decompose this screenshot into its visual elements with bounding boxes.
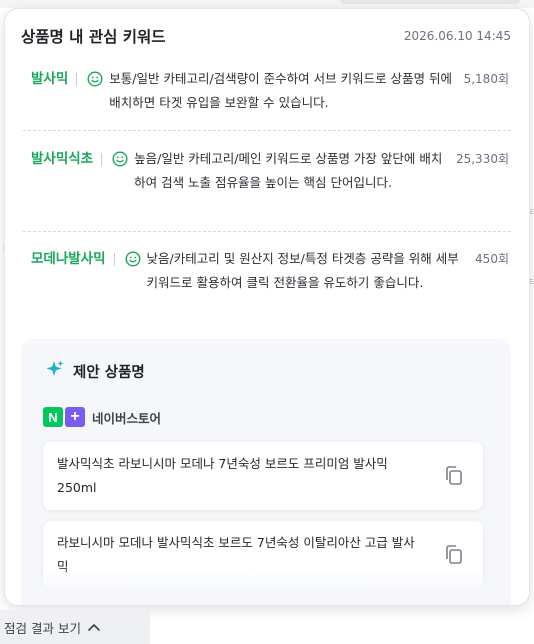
keyword-description: 높음/일반 카테고리/메인 키워드로 상품명 가장 앞단에 배치하여 검색 노출… (134, 151, 443, 190)
keyword-name: 모데나발사믹 (31, 251, 106, 267)
smile-icon (125, 251, 141, 271)
separator (113, 253, 115, 266)
divider (23, 231, 511, 232)
separator (101, 153, 103, 166)
popup-title: 상품명 내 관심 키워드 (21, 28, 166, 46)
popup-header: 상품명 내 관심 키워드 2026.06.10 14:45 (21, 23, 511, 49)
keyword-name: 발사믹 (31, 71, 69, 87)
suggested-names-section: 제안 상품명 N + 네이버스토어 발사믹식초 라보니시마 모데나 7년숙성 보… (21, 339, 511, 605)
copy-icon[interactable] (439, 544, 469, 566)
scroll-fade (21, 565, 511, 605)
chevron-up-icon (87, 620, 101, 635)
suggestion-card[interactable]: 발사믹식초 라보니시마 모데나 7년숙성 보르도 프리미엄 발사믹 250ml (43, 442, 483, 510)
search-count: 450회 (475, 252, 509, 266)
naver-n-icon: N (43, 407, 63, 427)
suggestion-text: 발사믹식초 라보니시마 모데나 7년숙성 보르도 프리미엄 발사믹 250ml (57, 456, 388, 495)
search-count: 5,180회 (463, 72, 509, 86)
smile-icon (112, 151, 128, 171)
timestamp: 2026.06.10 14:45 (403, 29, 511, 43)
search-count: 25,330회 (455, 152, 509, 166)
keyword-row: 발사믹식초 높음/일반 카테고리/메인 키워드로 상품명 가장 앞단에 배치하여… (31, 147, 509, 195)
divider (23, 130, 511, 131)
plus-icon: + (65, 407, 85, 427)
keyword-popup: 상품명 내 관심 키워드 2026.06.10 14:45 발사믹 보통/일반 … (4, 8, 530, 606)
keyword-name: 발사믹식초 (31, 151, 94, 167)
keyword-row: 발사믹 보통/일반 카테고리/검색량이 준수하여 서브 키워드로 상품명 뒤에 … (31, 67, 509, 115)
store-name: 네이버스토어 (92, 410, 162, 426)
section-title-text: 제안 상품명 (73, 364, 145, 381)
copy-icon[interactable] (439, 465, 469, 487)
smile-icon (87, 71, 103, 91)
separator (76, 73, 78, 86)
keyword-row: 모데나발사믹 낮음/카테고리 및 원산지 정보/특정 타겟층 공략을 위해 세부… (31, 247, 509, 295)
keyword-description: 보통/일반 카테고리/검색량이 준수하여 서브 키워드로 상품명 뒤에 배치하면… (109, 71, 453, 110)
store-label: N + 네이버스토어 (43, 407, 161, 427)
sparkle-icon (45, 359, 65, 383)
keyword-description: 낮음/카테고리 및 원산지 정보/특정 타겟층 공략을 위해 세부 키워드로 활… (146, 251, 459, 290)
background-fragment (340, 0, 520, 4)
view-results-label: 점검 결과 보기 (4, 620, 81, 636)
view-results-button[interactable]: 점검 결과 보기 (0, 610, 150, 644)
section-title: 제안 상품명 (45, 359, 145, 383)
